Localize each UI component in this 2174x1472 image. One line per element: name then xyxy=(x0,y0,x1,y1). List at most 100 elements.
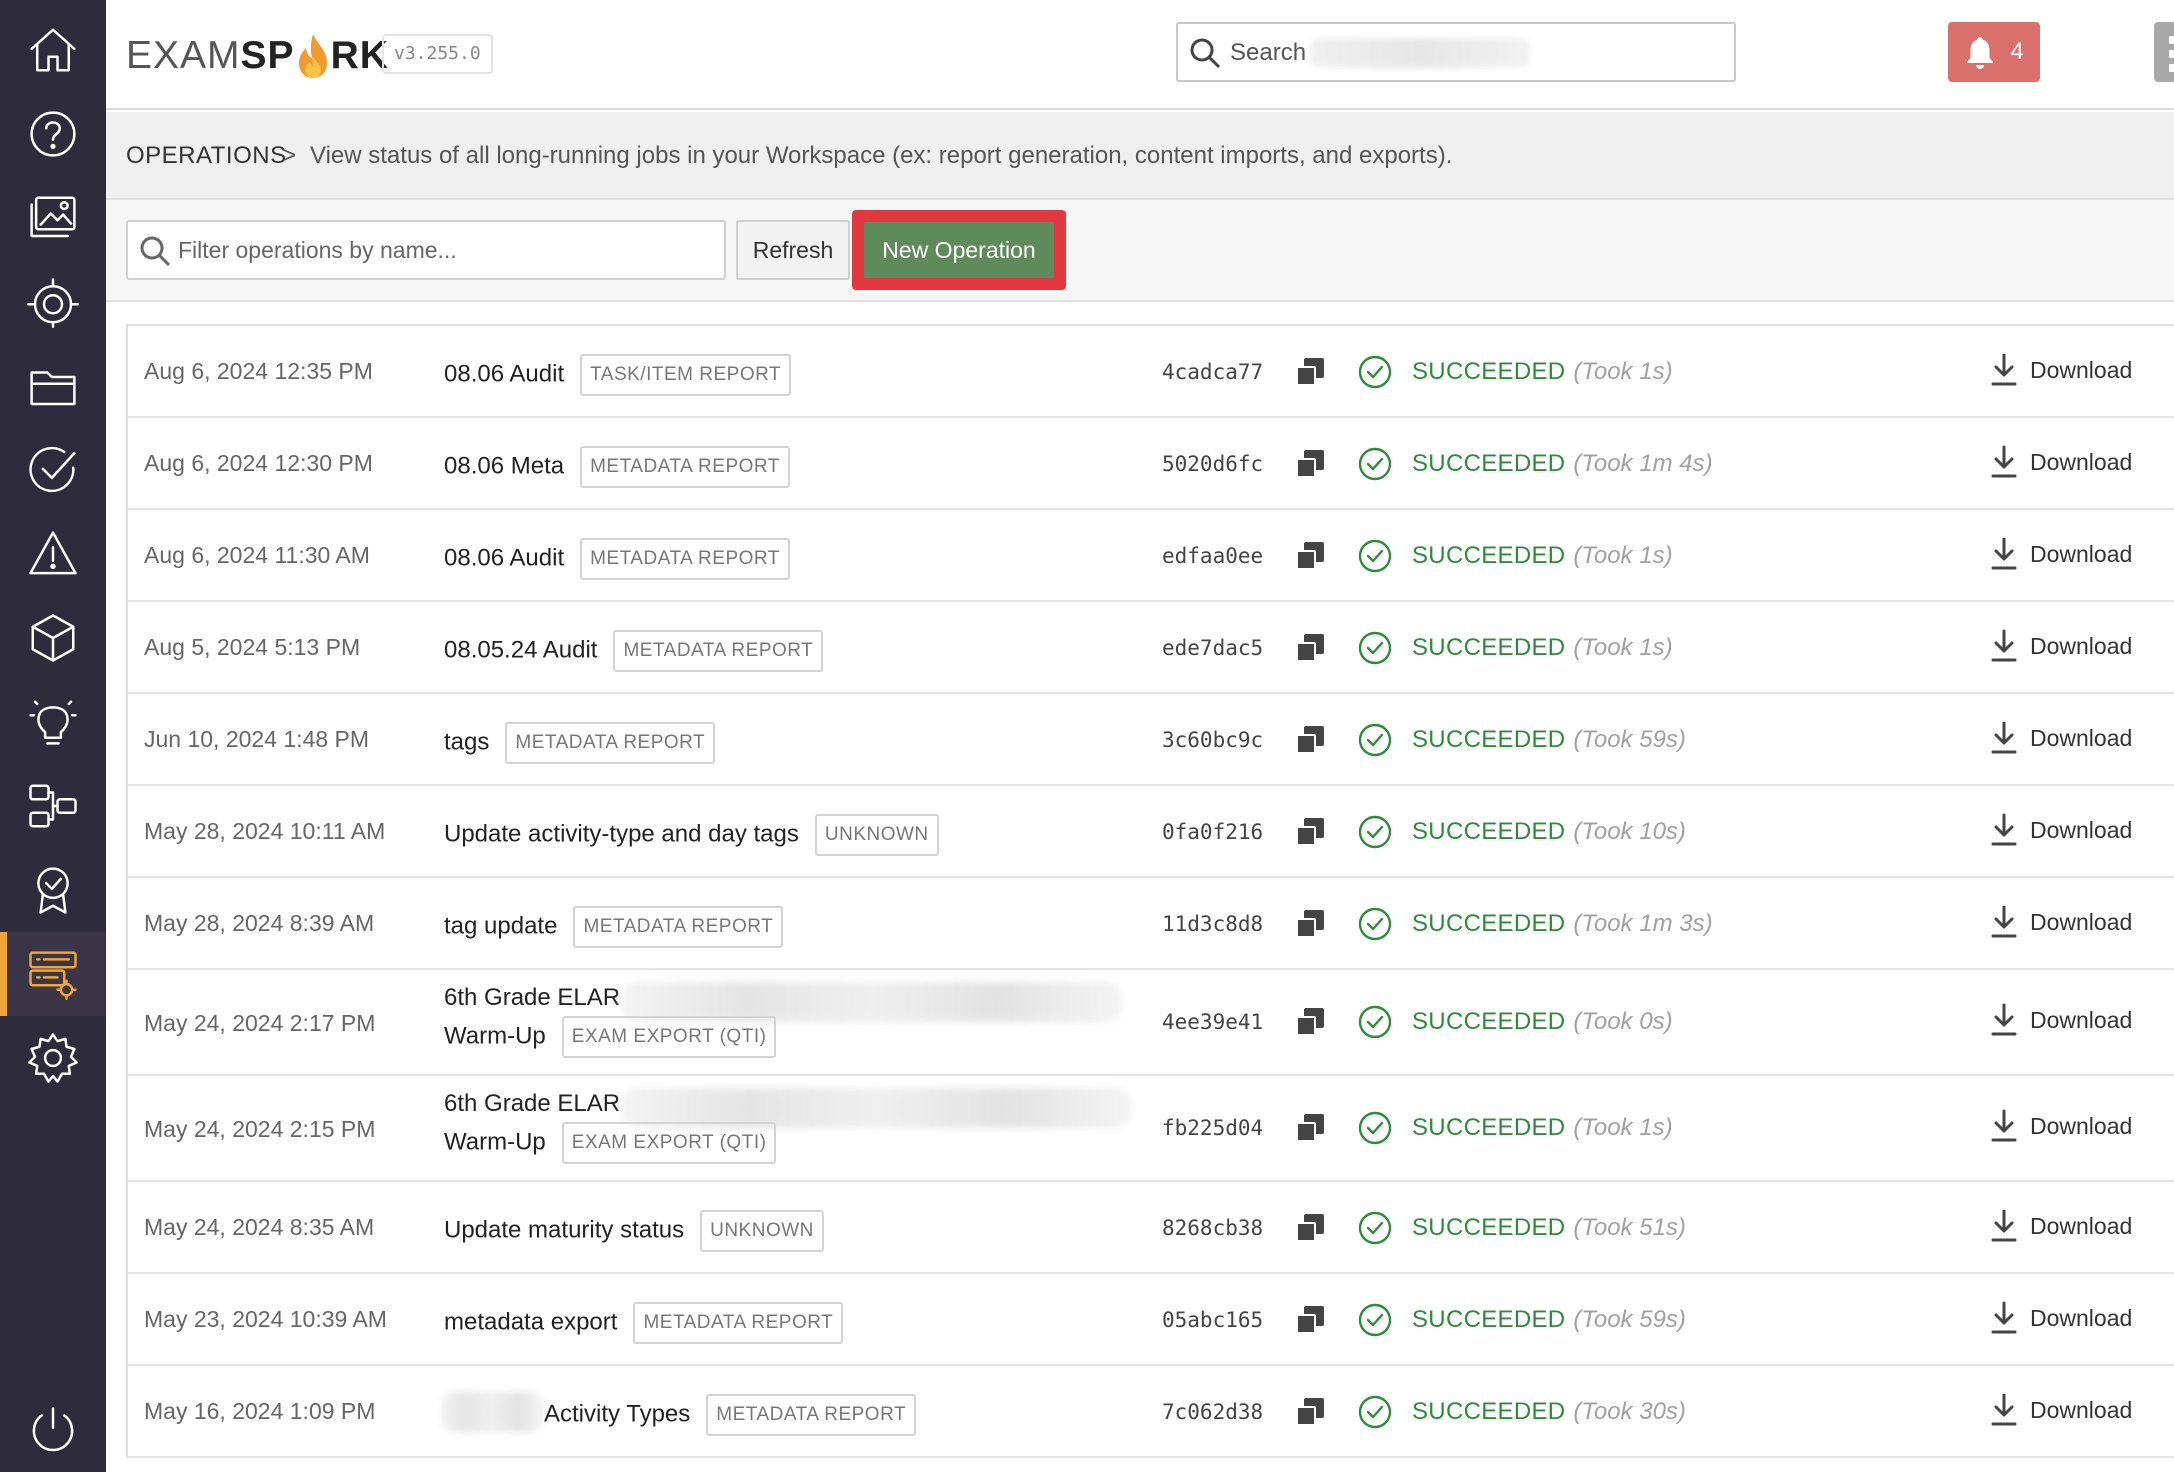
status-badge: SUCCEEDED (Took 1m 3s) xyxy=(1412,910,1713,938)
duration-text: (Took 59s) xyxy=(1573,1306,1686,1333)
download-icon xyxy=(1991,629,2017,662)
success-icon xyxy=(1358,447,1392,481)
table-row[interactable]: May 24, 2024 2:17 PM 6th Grade ELAR Warm… xyxy=(128,970,2174,1076)
table-row[interactable]: May 24, 2024 8:35 AM Update maturity sta… xyxy=(128,1182,2174,1274)
download-button[interactable]: Download xyxy=(1990,537,2132,571)
sidebar-item-tasks[interactable] xyxy=(0,428,106,512)
notifications-count: 4 xyxy=(2010,38,2024,65)
table-row[interactable]: Aug 5, 2024 5:13 PM 08.05.24 Audit METADA… xyxy=(128,602,2174,694)
app-switcher-button[interactable] xyxy=(2154,22,2174,82)
download-label: Download xyxy=(2030,1006,2133,1033)
type-badge: METADATA REPORT xyxy=(580,538,790,580)
table-row[interactable]: Aug 6, 2024 12:30 PM 08.06 Meta METADATA … xyxy=(128,418,2174,510)
table-row[interactable]: May 16, 2024 1:09 PM Activity Types METAD… xyxy=(128,1366,2174,1458)
operation-name-line2: Warm-Up xyxy=(444,1128,546,1156)
power-icon xyxy=(32,1407,74,1452)
global-search[interactable]: Search xyxy=(1176,22,1736,82)
table-row[interactable]: Jun 10, 2024 1:48 PM tags METADATA REPORT… xyxy=(128,694,2174,786)
status-badge: SUCCEEDED (Took 59s) xyxy=(1412,726,1686,754)
copy-icon[interactable] xyxy=(1296,542,1324,570)
copy-icon[interactable] xyxy=(1296,910,1324,938)
operation-id: 5020d6fc xyxy=(1162,452,1264,476)
sidebar-item-issues[interactable] xyxy=(0,512,106,596)
copy-icon[interactable] xyxy=(1296,358,1324,386)
download-label: Download xyxy=(2030,1212,2133,1239)
refresh-button[interactable]: Refresh xyxy=(736,220,850,280)
download-button[interactable]: Download xyxy=(1990,353,2132,387)
operation-id: 11d3c8d8 xyxy=(1162,912,1264,936)
new-operation-button[interactable]: New Operation xyxy=(864,222,1054,278)
download-icon xyxy=(1991,1393,2017,1426)
search-icon xyxy=(1190,38,1221,69)
status-text: SUCCEEDED xyxy=(1412,910,1566,937)
status-badge: SUCCEEDED (Took 10s) xyxy=(1412,818,1686,846)
table-row[interactable]: Aug 6, 2024 11:30 AM 08.06 Audit METADATA… xyxy=(128,510,2174,602)
copy-icon[interactable] xyxy=(1296,450,1324,478)
success-icon xyxy=(1358,723,1392,757)
notifications-button[interactable]: 4 xyxy=(1948,22,2040,82)
success-icon xyxy=(1358,1005,1392,1039)
top-bar: EXAM SP RK v3.255.0 Search 4 CZ xyxy=(106,0,2174,110)
sidebar-item-workflows[interactable] xyxy=(0,764,106,848)
success-icon xyxy=(1358,539,1392,573)
status-text: SUCCEEDED xyxy=(1412,1398,1566,1425)
success-icon xyxy=(1358,1395,1392,1429)
app-logo[interactable]: EXAM SP RK xyxy=(126,30,389,82)
type-badge: UNKNOWN xyxy=(814,814,939,856)
download-button[interactable]: Download xyxy=(1990,905,2132,939)
breadcrumb-root[interactable]: OPERATIONS xyxy=(126,142,287,170)
sidebar-item-ideas[interactable] xyxy=(0,680,106,764)
download-button[interactable]: Download xyxy=(1990,813,2132,847)
success-icon xyxy=(1358,631,1392,665)
download-button[interactable]: Download xyxy=(1990,629,2132,663)
duration-text: (Took 10s) xyxy=(1573,818,1686,845)
sidebar-item-certifications[interactable] xyxy=(0,848,106,932)
table-row[interactable]: May 28, 2024 10:11 AM Update activity-ty… xyxy=(128,786,2174,878)
operation-id: ede7dac5 xyxy=(1162,636,1264,660)
download-label: Download xyxy=(2030,908,2133,935)
download-button[interactable]: Download xyxy=(1990,1393,2132,1427)
download-button[interactable]: Download xyxy=(1990,1209,2132,1243)
copy-icon[interactable] xyxy=(1296,726,1324,754)
download-icon xyxy=(1991,721,2017,754)
sidebar-item-home[interactable] xyxy=(0,8,106,92)
operations-toolbar: Refresh New Operation xyxy=(106,200,2174,302)
operation-date: May 24, 2024 2:17 PM xyxy=(144,1010,376,1036)
sidebar-item-packages[interactable] xyxy=(0,596,106,680)
copy-icon[interactable] xyxy=(1296,1008,1324,1036)
operation-date: Aug 6, 2024 12:35 PM xyxy=(144,358,373,384)
copy-icon[interactable] xyxy=(1296,634,1324,662)
download-icon xyxy=(1991,1003,2017,1036)
sidebar-item-operations[interactable] xyxy=(0,932,106,1016)
download-button[interactable]: Download xyxy=(1990,721,2132,755)
copy-icon[interactable] xyxy=(1296,818,1324,846)
download-button[interactable]: Download xyxy=(1990,1109,2132,1143)
operation-id: 0fa0f216 xyxy=(1162,820,1264,844)
operation-name: 08.06 Audit xyxy=(444,360,565,388)
download-button[interactable]: Download xyxy=(1990,1301,2132,1335)
filter-input[interactable] xyxy=(178,228,718,272)
type-badge: METADATA REPORT xyxy=(573,906,784,948)
copy-icon[interactable] xyxy=(1296,1306,1324,1334)
table-row[interactable]: May 24, 2024 2:15 PM 6th Grade ELAR Warm… xyxy=(128,1076,2174,1182)
cube-icon xyxy=(31,614,75,662)
sidebar-item-target[interactable] xyxy=(0,260,106,344)
table-row[interactable]: Aug 6, 2024 12:35 PM 08.06 Audit TASK/ITE… xyxy=(128,326,2174,418)
breadcrumb: OPERATIONS > View status of all long-run… xyxy=(106,112,2174,200)
sidebar-item-logout[interactable] xyxy=(0,1388,106,1472)
duration-text: (Took 30s) xyxy=(1573,1398,1686,1425)
copy-icon[interactable] xyxy=(1296,1398,1324,1426)
sidebar-item-settings[interactable] xyxy=(0,1016,106,1100)
sidebar-item-images[interactable] xyxy=(0,176,106,260)
sidebar-item-help[interactable] xyxy=(0,92,106,176)
download-button[interactable]: Download xyxy=(1990,445,2132,479)
copy-icon[interactable] xyxy=(1296,1114,1324,1142)
download-button[interactable]: Download xyxy=(1990,1003,2132,1037)
copy-icon[interactable] xyxy=(1296,1214,1324,1242)
operation-id: 4ee39e41 xyxy=(1162,1010,1264,1034)
table-row[interactable]: May 23, 2024 10:39 AM metadata export MET… xyxy=(128,1274,2174,1366)
sidebar-item-folders[interactable] xyxy=(0,344,106,428)
download-icon xyxy=(1991,813,2017,846)
filter-field[interactable] xyxy=(126,220,726,280)
table-row[interactable]: May 28, 2024 8:39 AM tag update METADATA … xyxy=(128,878,2174,970)
